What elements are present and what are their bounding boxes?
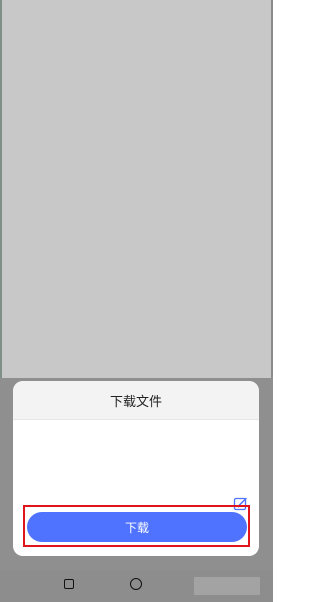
dialog-title: 下载文件 <box>13 381 259 420</box>
app-screen: 下载文件 下载 <box>0 0 273 602</box>
background-content <box>0 0 273 378</box>
right-edge <box>271 0 273 378</box>
system-navigation-bar <box>0 570 273 602</box>
square-icon[interactable] <box>64 579 74 589</box>
download-button[interactable]: 下载 <box>27 512 247 542</box>
left-edge <box>0 0 2 378</box>
circle-icon[interactable] <box>130 578 142 590</box>
blurred-area <box>194 577 260 595</box>
